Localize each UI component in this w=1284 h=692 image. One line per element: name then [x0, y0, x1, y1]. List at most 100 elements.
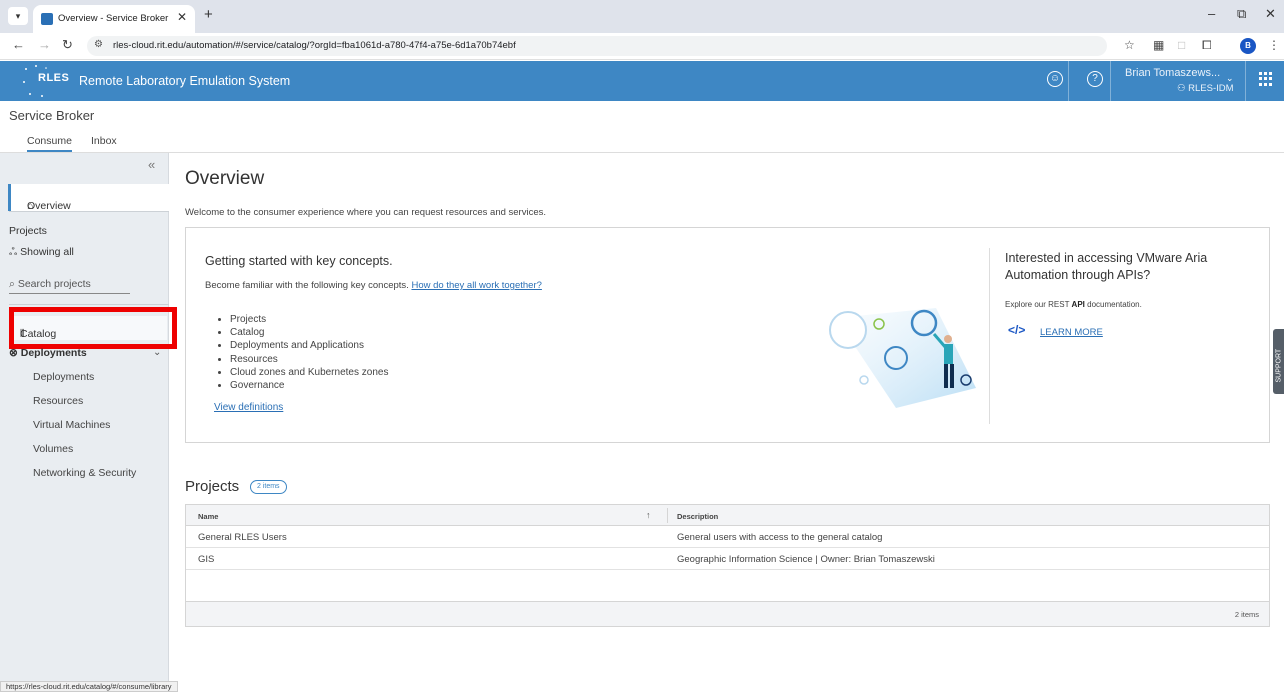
- list-item: Deployments and Applications: [230, 339, 388, 352]
- app-title: Remote Laboratory Emulation System: [79, 74, 291, 88]
- showing-all-label: Showing all: [20, 246, 74, 258]
- column-header-name[interactable]: Name: [198, 512, 218, 521]
- url-text[interactable]: rles-cloud.rit.edu/automation/#/service/…: [113, 40, 516, 51]
- tab-list-icon[interactable]: ▾: [8, 7, 28, 25]
- service-title: Service Broker: [9, 108, 95, 123]
- projects-filter[interactable]: ஃ Showing all: [9, 246, 74, 259]
- app-header: RLES Remote Laboratory Emulation System …: [0, 61, 1284, 101]
- concepts-illustration: [829, 308, 976, 408]
- chevron-down-icon[interactable]: ⌄: [153, 347, 161, 358]
- api-desc-bold: API: [1071, 300, 1085, 309]
- list-item: Governance: [230, 379, 388, 392]
- column-separator[interactable]: [667, 508, 668, 523]
- browser-tab[interactable]: Overview - Service Broker ✕: [33, 5, 195, 33]
- site-info-icon[interactable]: ⚙: [94, 39, 103, 50]
- sidebar-group-label: Deployments: [20, 347, 87, 359]
- feedback-smiley-icon[interactable]: ☺: [1047, 71, 1063, 87]
- sidebar-item-networking-security[interactable]: Networking & Security: [33, 467, 136, 479]
- header-divider: [1245, 61, 1246, 101]
- header-divider: [1110, 61, 1111, 101]
- user-name[interactable]: Brian Tomaszews...: [1125, 67, 1220, 79]
- close-tab-icon[interactable]: ✕: [177, 10, 187, 24]
- card-description: Become familiar with the following key c…: [205, 280, 542, 291]
- sidebar-item-deployments[interactable]: Deployments: [33, 371, 94, 383]
- close-window-icon[interactable]: ✕: [1265, 6, 1276, 22]
- card-divider: [989, 248, 990, 424]
- table-footer: 2 items: [186, 601, 1269, 626]
- subheader-divider: [0, 152, 1284, 153]
- projects-heading: Projects: [185, 478, 240, 495]
- new-tab-icon[interactable]: +: [204, 6, 213, 23]
- list-item: Projects: [230, 313, 388, 326]
- sidebar-divider: [9, 304, 169, 305]
- address-bar[interactable]: ⚙ rles-cloud.rit.edu/automation/#/servic…: [87, 36, 1107, 56]
- project-name-cell: GIS: [198, 554, 215, 565]
- code-icon: </>: [1008, 323, 1026, 337]
- bookmark-star-icon[interactable]: ☆: [1124, 38, 1135, 52]
- qr-code-icon[interactable]: ▦: [1153, 38, 1164, 52]
- deployments-icon: ⊗: [9, 347, 18, 359]
- sidebar-item-overview[interactable]: ⌂ Overview: [8, 184, 169, 212]
- table-row[interactable]: GIS Geographic Information Science | Own…: [186, 548, 1269, 570]
- user-org-label: RLES-IDM: [1188, 83, 1234, 94]
- tab-title: Overview - Service Broker: [58, 13, 169, 24]
- list-item: Catalog: [230, 326, 388, 339]
- api-desc-text: documentation.: [1084, 300, 1142, 309]
- card-title: Getting started with key concepts.: [205, 254, 393, 268]
- getting-started-card: Getting started with key concepts. Becom…: [185, 227, 1270, 443]
- support-tab[interactable]: SUPPORT: [1273, 329, 1284, 394]
- sidebar-item-volumes[interactable]: Volumes: [33, 443, 73, 455]
- users-icon: ஃ: [9, 246, 18, 258]
- search-projects-input[interactable]: ⌕ Search projects: [9, 278, 130, 294]
- favicon-icon: [41, 13, 53, 25]
- support-label: SUPPORT: [1275, 348, 1283, 383]
- restore-icon[interactable]: ⧉: [1237, 6, 1246, 22]
- sort-ascending-icon[interactable]: ↑: [646, 510, 651, 520]
- list-item: Resources: [230, 353, 388, 366]
- forward-icon[interactable]: →: [38, 37, 51, 52]
- api-desc-text: Explore our REST: [1005, 300, 1072, 309]
- api-description: Explore our REST API documentation.: [1005, 300, 1142, 309]
- extension-icon[interactable]: □: [1178, 38, 1185, 52]
- page-title: Overview: [185, 168, 265, 189]
- welcome-text: Welcome to the consumer experience where…: [185, 207, 547, 218]
- items-count: 2 items: [1234, 610, 1259, 619]
- search-icon: ⌕: [9, 278, 15, 290]
- view-definitions-link[interactable]: View definitions: [214, 402, 283, 413]
- app-switcher-icon[interactable]: [1259, 72, 1273, 86]
- column-header-description[interactable]: Description: [677, 512, 718, 521]
- how-together-link[interactable]: How do they all work together?: [411, 280, 541, 291]
- projects-label: Projects: [9, 225, 47, 237]
- profile-avatar[interactable]: B: [1240, 38, 1256, 54]
- search-placeholder: Search projects: [17, 278, 91, 290]
- more-menu-icon[interactable]: ⋮: [1268, 38, 1280, 52]
- user-menu-chevron-icon[interactable]: ⌄: [1226, 73, 1234, 84]
- concepts-list: Projects Catalog Deployments and Applica…: [230, 313, 388, 392]
- help-icon[interactable]: ?: [1087, 71, 1103, 87]
- rles-logo[interactable]: RLES: [38, 72, 69, 84]
- tab-consume[interactable]: Consume: [27, 135, 72, 152]
- catalog-highlight-annotation: [9, 307, 177, 349]
- reload-icon[interactable]: ↻: [62, 37, 73, 53]
- table-header: Name ↑ Description: [186, 505, 1269, 526]
- back-icon[interactable]: ←: [12, 37, 25, 52]
- sidebar-item-resources[interactable]: Resources: [33, 395, 83, 407]
- sidebar-divider: [9, 211, 169, 212]
- tab-inbox[interactable]: Inbox: [91, 135, 117, 147]
- project-desc-cell: Geographic Information Science | Owner: …: [677, 554, 935, 565]
- extensions-puzzle-icon[interactable]: ⧠: [1202, 38, 1212, 53]
- sidebar-item-virtual-machines[interactable]: Virtual Machines: [33, 419, 110, 431]
- project-name-cell: General RLES Users: [198, 532, 287, 543]
- sidebar-group-deployments[interactable]: ⊗ Deployments: [9, 347, 87, 359]
- minimize-icon[interactable]: –: [1208, 6, 1215, 21]
- status-bar-url: https://rles-cloud.rit.edu/catalog/#/con…: [0, 681, 178, 692]
- table-row[interactable]: General RLES Users General users with ac…: [186, 526, 1269, 548]
- learn-more-link[interactable]: LEARN MORE: [1040, 327, 1103, 338]
- browser-tabstrip: ▾ Overview - Service Broker ✕ + – ⧉ ✕: [0, 0, 1284, 33]
- collapse-sidebar-icon[interactable]: «: [148, 157, 155, 172]
- sidebar: « ⌂ Overview Projects ஃ Showing all ⌕ Se…: [0, 153, 177, 692]
- api-title: Interested in accessing VMware Aria Auto…: [1005, 251, 1208, 282]
- projects-count-badge: 2 items: [250, 480, 287, 494]
- browser-toolbar: ← → ↻ ⚙ rles-cloud.rit.edu/automation/#/…: [0, 33, 1284, 60]
- list-item: Cloud zones and Kubernetes zones: [230, 366, 388, 379]
